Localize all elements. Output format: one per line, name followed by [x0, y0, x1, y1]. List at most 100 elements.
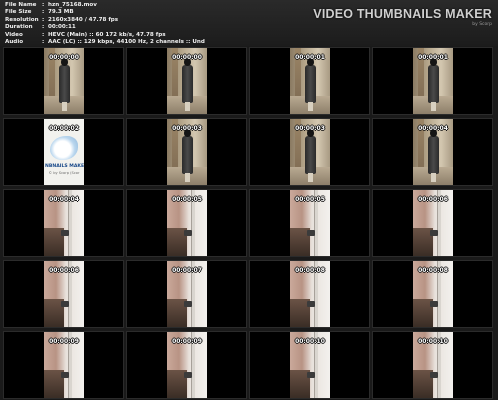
timecode-label: 00:00:01 [295, 54, 325, 61]
video-frame-standing: 00:00:01 [290, 48, 330, 114]
thumbnail-cell: 00:00:06 [3, 260, 124, 328]
frame-obj [307, 301, 315, 307]
video-frame-close: 00:00:05 [167, 190, 207, 256]
thumbnail-cell: 00:00:03 [126, 118, 247, 186]
info-header: File Name : hzn_75168.mov File Size : 79… [0, 0, 498, 46]
timecode-label: 00:00:05 [172, 196, 202, 203]
logo-text: NBNAILS MAKER [45, 164, 84, 169]
frame-person-body [428, 65, 439, 103]
frame-person-body [182, 65, 193, 103]
timecode-label: 00:00:10 [418, 338, 448, 345]
meta-row-duration: Duration : 00:00:11 [5, 24, 205, 31]
thumbnail-cell: 00:00:04 [372, 118, 493, 186]
meta-key: Video [5, 31, 23, 38]
timecode-label: 00:00:07 [172, 267, 202, 274]
meta-row-video: Video : HEVC (Main) :: 60 172 kb/s, 47.7… [5, 32, 205, 39]
thumbnail-cell: NBNAILS MAKER © by Scorp (Scor 00:00:02 [3, 118, 124, 186]
meta-key: File Size [5, 9, 32, 16]
frame-person-body [305, 136, 316, 174]
frame-obj [61, 230, 69, 236]
thumbnail-cell: 00:00:07 [126, 260, 247, 328]
frame-obj [307, 372, 315, 378]
frame-obj [184, 372, 192, 378]
thumbnail-cell: 00:00:09 [3, 331, 124, 399]
thumbnail-cell: 00:00:09 [126, 331, 247, 399]
meta-value: hzn_75168.mov [48, 2, 97, 8]
thumbnail-cell: 00:00:10 [372, 331, 493, 399]
meta-value: HEVC (Main) :: 60 172 kb/s, 47.78 fps [48, 31, 166, 38]
brand-watermark: VIDEO THUMBNAILS MAKER by Scorp [313, 7, 492, 27]
frame-obj [430, 230, 438, 236]
timecode-label: 00:00:06 [418, 196, 448, 203]
frame-person-legs [431, 102, 436, 111]
video-frame-close: 00:00:09 [44, 332, 84, 398]
thumbnail-grid: 00:00:00 00:00:00 00:00:01 00:00:01 NBNAILS … [3, 47, 493, 399]
thumbnail-cell: 00:00:10 [249, 331, 370, 399]
thumbnail-cell: 00:00:00 [126, 47, 247, 115]
timecode-label: 00:00:00 [172, 54, 202, 61]
video-frame-standing: 00:00:03 [167, 119, 207, 185]
timecode-label: 00:00:04 [49, 196, 79, 203]
timecode-label: 00:00:05 [295, 196, 325, 203]
frame-person-legs [308, 173, 313, 182]
frame-person-body [428, 136, 439, 174]
thumbnail-cell: 00:00:06 [372, 189, 493, 257]
thumbnail-cell: 00:00:01 [249, 47, 370, 115]
timecode-label: 00:00:01 [418, 54, 448, 61]
timecode-label: 00:00:03 [295, 125, 325, 132]
video-frame-close: 00:00:05 [290, 190, 330, 256]
timecode-label: 00:00:02 [49, 125, 79, 132]
video-frame-close: 00:00:08 [290, 261, 330, 327]
video-frame-standing: 00:00:03 [290, 119, 330, 185]
meta-value: 79.3 MB [48, 9, 74, 16]
timecode-label: 00:00:00 [49, 54, 79, 61]
timecode-label: 00:00:08 [418, 267, 448, 274]
timecode-label: 00:00:09 [172, 338, 202, 345]
meta-row-resolution: Resolution : 2160x3840 / 47.78 fps [5, 17, 205, 24]
meta-value: AAC (LC) :: 129 kbps, 44100 Hz, 2 channe… [48, 39, 205, 46]
video-frame-close: 00:00:04 [44, 190, 84, 256]
thumbnail-cell: 00:00:01 [372, 47, 493, 115]
frame-person-legs [185, 173, 190, 182]
video-frame-close: 00:00:06 [44, 261, 84, 327]
timecode-label: 00:00:06 [49, 267, 79, 274]
meta-key: Resolution [5, 16, 39, 23]
brand-title: VIDEO THUMBNAILS MAKER [313, 7, 492, 21]
frame-person-legs [431, 173, 436, 182]
video-frame-close: 00:00:08 [413, 261, 453, 327]
frame-person-body [305, 65, 316, 103]
frame-obj [184, 301, 192, 307]
video-frame-close: 00:00:09 [167, 332, 207, 398]
timecode-label: 00:00:08 [295, 267, 325, 274]
thumbnail-cell: 00:00:05 [126, 189, 247, 257]
logo-subtext: © by Scorp (Scor [48, 171, 80, 175]
bird-logo-icon [50, 136, 78, 160]
timecode-label: 00:00:03 [172, 125, 202, 132]
frame-person-legs [62, 102, 67, 111]
video-frame-close: 00:00:10 [290, 332, 330, 398]
video-frame-standing: 00:00:00 [44, 48, 84, 114]
video-frame-close: 00:00:07 [167, 261, 207, 327]
video-frame-standing: 00:00:01 [413, 48, 453, 114]
thumbnail-cell: 00:00:00 [3, 47, 124, 115]
timecode-label: 00:00:09 [49, 338, 79, 345]
frame-obj [61, 301, 69, 307]
file-metadata: File Name : hzn_75168.mov File Size : 79… [5, 2, 205, 46]
thumbnail-cell: 00:00:08 [372, 260, 493, 328]
meta-row-audio: Audio : AAC (LC) :: 129 kbps, 44100 Hz, … [5, 39, 205, 46]
frame-obj [184, 230, 192, 236]
thumbnail-cell: 00:00:03 [249, 118, 370, 186]
frame-obj [307, 230, 315, 236]
meta-row-file-name: File Name : hzn_75168.mov [5, 2, 205, 9]
frame-person-body [59, 65, 70, 103]
meta-key: File Name [5, 2, 37, 8]
thumbnail-cell: 00:00:08 [249, 260, 370, 328]
video-frame-standing: 00:00:00 [167, 48, 207, 114]
timecode-label: 00:00:10 [295, 338, 325, 345]
meta-key: Duration [5, 24, 33, 31]
brand-subtitle: by Scorp [472, 22, 492, 27]
video-frame-close: 00:00:06 [413, 190, 453, 256]
frame-obj [430, 301, 438, 307]
thumbnail-cell: 00:00:05 [249, 189, 370, 257]
frame-person-body [182, 136, 193, 174]
